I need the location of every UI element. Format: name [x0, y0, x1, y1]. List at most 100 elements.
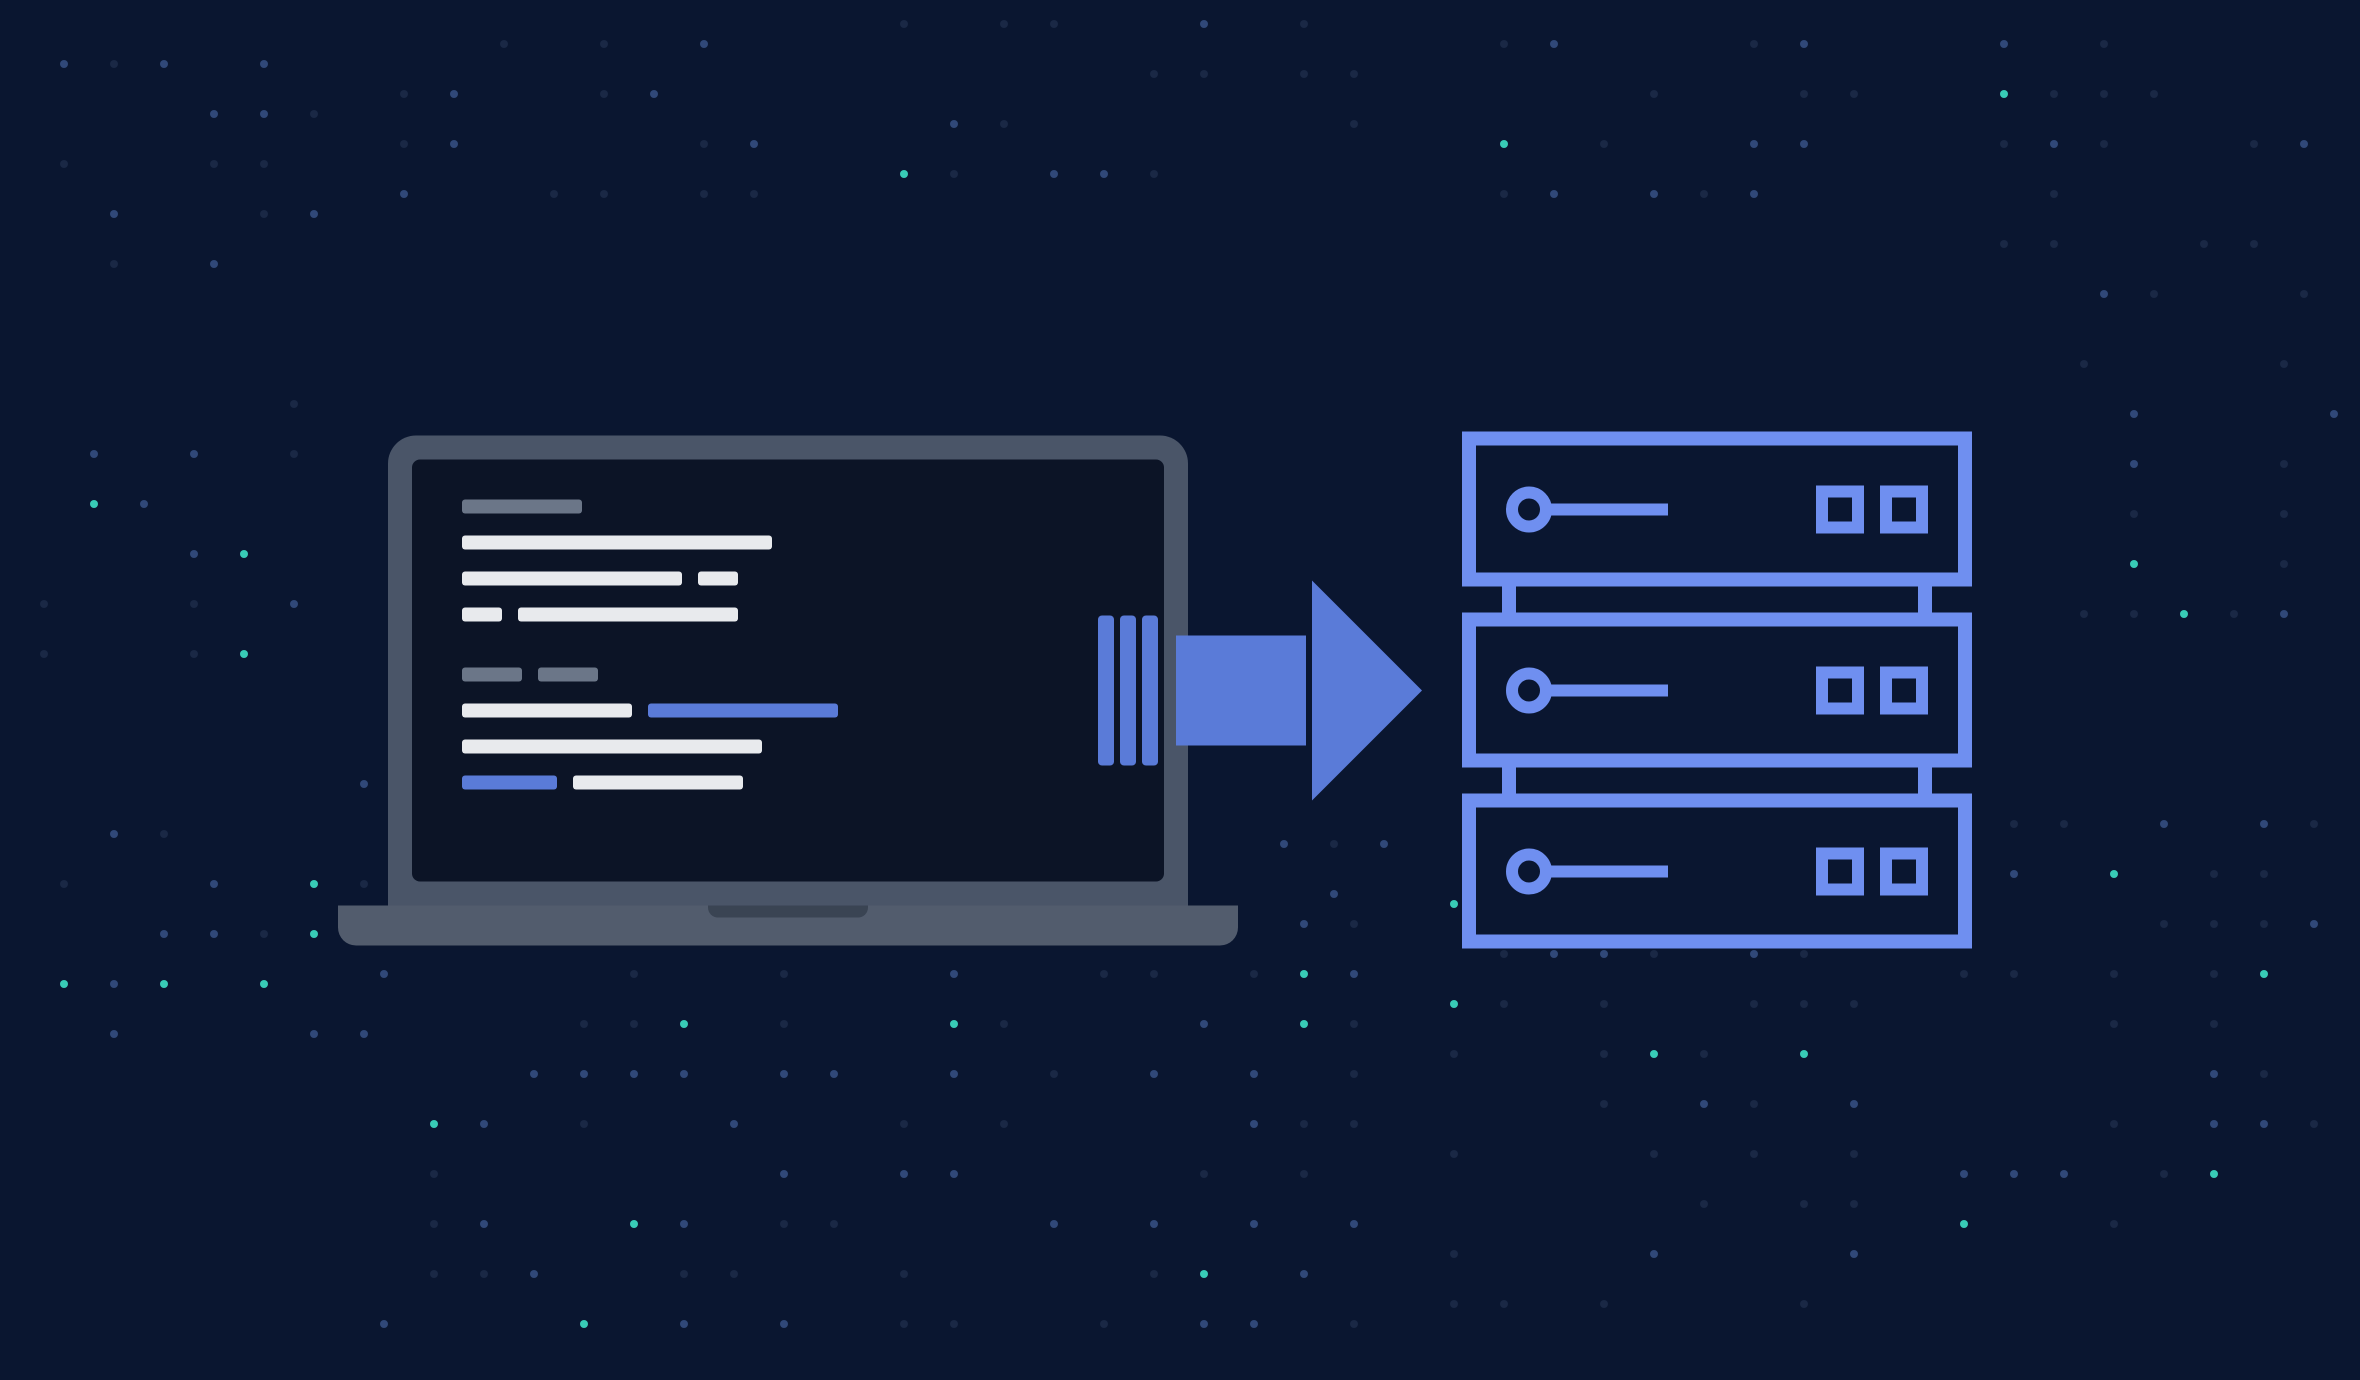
- dot-icon: [2260, 820, 2268, 828]
- dot-icon: [1550, 190, 1558, 198]
- dot-icon: [1450, 1150, 1458, 1158]
- dot-icon: [1300, 70, 1308, 78]
- dot-icon: [1800, 40, 1808, 48]
- server-square-icon: [1880, 847, 1928, 895]
- dot-icon: [2280, 560, 2288, 568]
- dot-icon: [2100, 140, 2108, 148]
- dot-icon: [1350, 1070, 1358, 1078]
- dot-icon: [1150, 170, 1158, 178]
- dot-icon: [580, 1020, 588, 1028]
- dot-icon: [1650, 1050, 1658, 1058]
- code-segment: [462, 535, 772, 549]
- dot-icon: [1150, 1070, 1158, 1078]
- laptop-base: [338, 905, 1238, 945]
- dot-icon: [1200, 1170, 1208, 1178]
- code-line: [462, 703, 1114, 739]
- dot-icon: [2260, 1120, 2268, 1128]
- dot-icon: [110, 830, 118, 838]
- dot-icon: [1600, 950, 1608, 958]
- code-segment: [538, 667, 598, 681]
- dot-icon: [1250, 1220, 1258, 1228]
- dot-icon: [1850, 90, 1858, 98]
- dot-icon: [480, 1120, 488, 1128]
- dot-icon: [1150, 70, 1158, 78]
- dot-icon: [310, 110, 318, 118]
- dot-icon: [290, 400, 298, 408]
- dot-icon: [780, 1070, 788, 1078]
- dot-icon: [2160, 1170, 2168, 1178]
- dot-icon: [1960, 1170, 1968, 1178]
- dot-icon: [1200, 20, 1208, 28]
- dot-icon: [400, 190, 408, 198]
- dot-icon: [1850, 1250, 1858, 1258]
- dot-icon: [1450, 1000, 1458, 1008]
- dot-icon: [1600, 140, 1608, 148]
- dot-icon: [550, 190, 558, 198]
- dot-icon: [900, 1120, 908, 1128]
- dot-icon: [2000, 140, 2008, 148]
- server-indicator: [1506, 667, 1668, 713]
- server-indicator: [1506, 848, 1668, 894]
- code-segment: [462, 499, 582, 513]
- dot-icon: [700, 40, 708, 48]
- code-segment: [462, 607, 502, 621]
- dot-icon: [290, 450, 298, 458]
- dot-icon: [1500, 1000, 1508, 1008]
- dot-icon: [160, 980, 168, 988]
- code-line: [462, 571, 1114, 607]
- dot-icon: [1800, 1000, 1808, 1008]
- dot-icon: [1500, 140, 1508, 148]
- dot-icon: [2300, 290, 2308, 298]
- server-indicator: [1506, 486, 1668, 532]
- dot-icon: [2000, 240, 2008, 248]
- dot-icon: [2130, 460, 2138, 468]
- dot-icon: [430, 1270, 438, 1278]
- server-leg: [1502, 768, 1516, 794]
- dot-icon: [2100, 290, 2108, 298]
- server-square-icon: [1816, 666, 1864, 714]
- dot-icon: [830, 1220, 838, 1228]
- dot-icon: [1960, 1220, 1968, 1228]
- server-disc-icon: [1506, 667, 1552, 713]
- dot-icon: [2280, 460, 2288, 468]
- dot-icon: [60, 980, 68, 988]
- dot-icon: [1250, 970, 1258, 978]
- laptop-frame: [388, 435, 1188, 905]
- dot-icon: [1600, 1050, 1608, 1058]
- dot-icon: [1100, 970, 1108, 978]
- dot-icon: [160, 930, 168, 938]
- dot-icon: [2050, 240, 2058, 248]
- dot-icon: [2210, 870, 2218, 878]
- dot-icon: [1050, 1220, 1058, 1228]
- server-square-icon: [1816, 847, 1864, 895]
- arrow-head: [1312, 580, 1422, 800]
- dot-icon: [1850, 1150, 1858, 1158]
- dot-icon: [1750, 140, 1758, 148]
- dot-icon: [900, 20, 908, 28]
- dot-icon: [2160, 820, 2168, 828]
- dot-icon: [650, 90, 658, 98]
- dot-icon: [1200, 1270, 1208, 1278]
- dot-icon: [1450, 1300, 1458, 1308]
- dot-icon: [1200, 70, 1208, 78]
- dot-icon: [1300, 1170, 1308, 1178]
- dot-icon: [630, 1220, 638, 1228]
- code-segment: [462, 775, 557, 789]
- dot-icon: [1300, 1020, 1308, 1028]
- dot-icon: [380, 970, 388, 978]
- dot-icon: [1000, 20, 1008, 28]
- arrow-bar: [1120, 615, 1136, 765]
- dot-icon: [1200, 1320, 1208, 1328]
- dot-icon: [780, 1220, 788, 1228]
- dot-icon: [1750, 1000, 1758, 1008]
- dot-icon: [1960, 970, 1968, 978]
- dot-icon: [2060, 1170, 2068, 1178]
- dot-icon: [450, 90, 458, 98]
- dot-icon: [700, 140, 708, 148]
- dot-icon: [680, 1020, 688, 1028]
- dot-icon: [310, 930, 318, 938]
- dot-icon: [1050, 20, 1058, 28]
- dot-icon: [630, 970, 638, 978]
- dot-icon: [780, 1320, 788, 1328]
- dot-icon: [600, 40, 608, 48]
